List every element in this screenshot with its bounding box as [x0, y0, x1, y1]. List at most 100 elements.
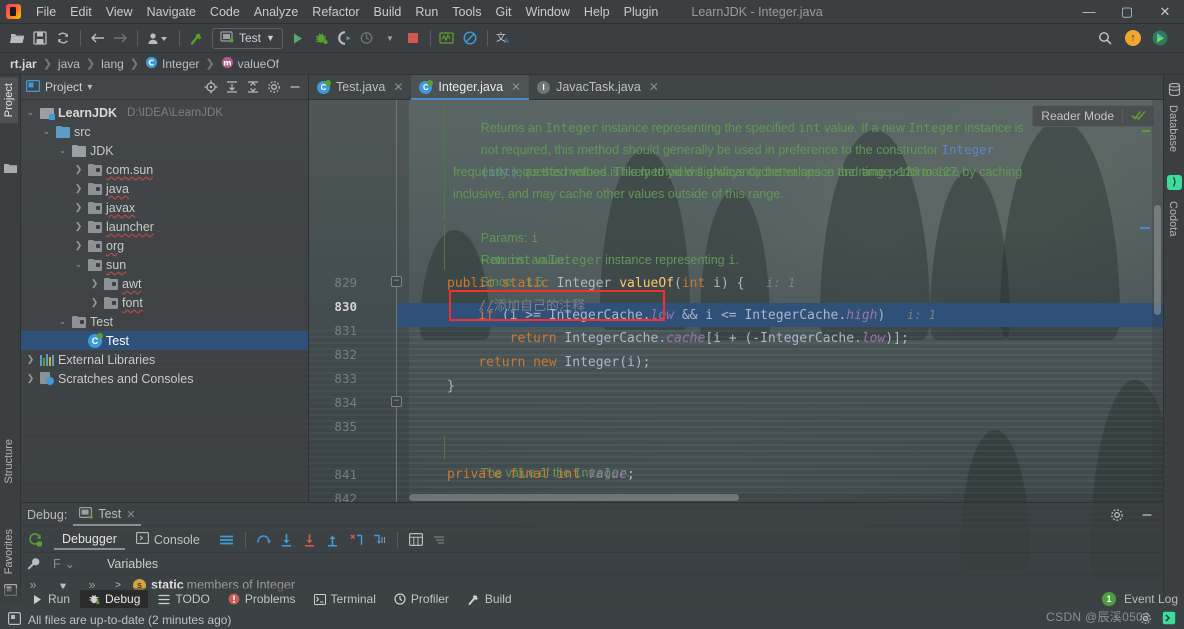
- chevron-down-icon[interactable]: ⌄: [73, 259, 84, 270]
- menu-tools[interactable]: Tools: [445, 2, 488, 22]
- project-dropdown-icon[interactable]: ▾: [87, 82, 92, 93]
- tree-item-jdk[interactable]: ⌄ JDK: [21, 141, 308, 160]
- project-folder-icon[interactable]: [4, 163, 17, 177]
- chevron-down-icon[interactable]: ▼: [379, 27, 401, 49]
- tool-tab-terminal[interactable]: Terminal: [306, 590, 384, 608]
- tree-item-awt[interactable]: ❯ awt: [21, 274, 308, 293]
- menu-analyze[interactable]: Analyze: [247, 2, 305, 22]
- open-folder-icon[interactable]: [6, 27, 28, 49]
- save-icon[interactable]: [29, 27, 51, 49]
- tree-item-scratches-and-consoles[interactable]: ❯ Scratches and Consoles: [21, 369, 308, 388]
- tree-item-font[interactable]: ❯ font: [21, 293, 308, 312]
- update-available-icon[interactable]: ↑: [1125, 30, 1141, 46]
- tab-debugger[interactable]: Debugger: [54, 530, 125, 550]
- close-icon[interactable]: ✕: [393, 80, 403, 94]
- code-content[interactable]: Returns an Integer instance representing…: [409, 100, 1163, 502]
- chevron-right-icon[interactable]: ❯: [73, 164, 84, 175]
- tool-tab-run[interactable]: Run: [24, 590, 78, 608]
- chevron-down-icon[interactable]: ⌄: [57, 145, 68, 156]
- wrench-icon[interactable]: [23, 554, 43, 574]
- build-hammer-icon[interactable]: [185, 27, 207, 49]
- menu-plugin[interactable]: Plugin: [617, 2, 666, 22]
- tree-item-java[interactable]: ❯ java: [21, 179, 308, 198]
- menu-git[interactable]: Git: [488, 2, 518, 22]
- sidebar-item-database[interactable]: Database: [1164, 99, 1182, 158]
- fold-marker-open[interactable]: −: [391, 276, 402, 287]
- chevron-down-icon[interactable]: ⌄: [41, 126, 52, 137]
- tree-item-launcher[interactable]: ❯ launcher: [21, 217, 308, 236]
- sync-icon[interactable]: [52, 27, 74, 49]
- chevron-down-icon[interactable]: ⌄: [57, 316, 68, 327]
- step-into-icon[interactable]: [277, 530, 297, 550]
- layout-icon[interactable]: [217, 530, 237, 550]
- breadcrumb-item-lang[interactable]: lang: [98, 56, 127, 72]
- run-to-cursor-icon[interactable]: [346, 530, 366, 550]
- settings-gear-icon[interactable]: [1107, 505, 1127, 525]
- editor-hscroll-thumb[interactable]: [409, 494, 739, 501]
- settings-gear-icon[interactable]: [266, 79, 282, 95]
- profile-icon[interactable]: [356, 27, 378, 49]
- hide-panel-icon[interactable]: [287, 79, 303, 95]
- tab-console[interactable]: Console: [128, 530, 208, 549]
- sidebar-item-codota[interactable]: Codota: [1164, 195, 1182, 242]
- forward-arrow-icon[interactable]: [109, 27, 131, 49]
- menu-view[interactable]: View: [99, 2, 140, 22]
- breadcrumb-item-integer[interactable]: C Integer: [142, 55, 202, 73]
- rerun-icon[interactable]: [25, 530, 45, 550]
- double-check-icon[interactable]: [1131, 109, 1146, 124]
- debug-session-tab[interactable]: Test ✕: [73, 505, 142, 526]
- hide-panel-icon[interactable]: [1137, 505, 1157, 525]
- code-line-832[interactable]: return IntegerCache.cache[i + (-IntegerC…: [447, 327, 909, 351]
- editor-tab-test-java[interactable]: C Test.java ✕: [309, 75, 411, 99]
- breadcrumb-item-rt-jar[interactable]: rt.jar: [7, 56, 40, 72]
- tool-tab-build[interactable]: Build: [459, 590, 520, 608]
- fold-marker-close[interactable]: −: [391, 396, 402, 407]
- codota-icon[interactable]: ⟩: [1167, 175, 1182, 190]
- code-editor[interactable]: 829 830 831 832 833 834 835 841 842 − − Returns an…: [309, 100, 1163, 502]
- evaluate-icon[interactable]: [406, 530, 426, 550]
- sidebar-item-structure[interactable]: Structure: [0, 433, 18, 490]
- breadcrumb-item-valueof[interactable]: m valueOf: [218, 55, 282, 73]
- close-icon[interactable]: ✕: [126, 508, 135, 521]
- maximize-button[interactable]: ▢: [1108, 0, 1146, 24]
- editor-tab-integer-java[interactable]: C Integer.java ✕: [411, 75, 530, 100]
- menu-edit[interactable]: Edit: [63, 2, 99, 22]
- chevron-right-icon[interactable]: ❯: [89, 297, 100, 308]
- run-icon[interactable]: [287, 27, 309, 49]
- database-icon[interactable]: [1168, 82, 1181, 99]
- tree-item-com-sun[interactable]: ❯ com.sun: [21, 160, 308, 179]
- tree-item-src[interactable]: ⌄ src: [21, 122, 308, 141]
- menu-build[interactable]: Build: [367, 2, 409, 22]
- tree-item-javax[interactable]: ❯ javax: [21, 198, 308, 217]
- chevron-right-icon[interactable]: ❯: [89, 278, 100, 289]
- force-step-into-icon[interactable]: [300, 530, 320, 550]
- stop-icon[interactable]: [402, 27, 424, 49]
- editor-gutter[interactable]: 829 830 831 832 833 834 835 841 842 − −: [309, 100, 409, 502]
- chevron-right-icon[interactable]: ❯: [73, 221, 84, 232]
- chevron-right-icon[interactable]: ❯: [25, 373, 36, 384]
- tree-item-test[interactable]: ⌄ Test: [21, 312, 308, 331]
- editor-tab-javactask-java[interactable]: I JavacTask.java ✕: [529, 75, 667, 99]
- tool-tab-profiler[interactable]: Profiler: [386, 590, 457, 608]
- reader-mode-toggle[interactable]: Reader Mode: [1032, 105, 1155, 127]
- editor-scroll-thumb[interactable]: [1154, 205, 1161, 315]
- tree-item-sun[interactable]: ⌄ sun: [21, 255, 308, 274]
- vcs-user-icon[interactable]: [143, 27, 173, 49]
- close-button[interactable]: ✕: [1146, 0, 1184, 24]
- code-line-842[interactable]: private final int value;: [447, 463, 635, 487]
- debug-icon[interactable]: [310, 27, 332, 49]
- collapse-all-icon[interactable]: [245, 79, 261, 95]
- block-icon[interactable]: [459, 27, 481, 49]
- tree-item-org[interactable]: ❯ org: [21, 236, 308, 255]
- locate-icon[interactable]: [203, 79, 219, 95]
- menu-help[interactable]: Help: [577, 2, 617, 22]
- monitor-icon[interactable]: [436, 27, 458, 49]
- editor-vertical-scrollbar[interactable]: [1152, 100, 1163, 502]
- tool-tab-todo[interactable]: TODO: [150, 590, 217, 608]
- tree-item-learnjdk[interactable]: ⌄ LearnJDK D:\IDEA\LearnJDK: [21, 103, 308, 122]
- tool-tab-problems[interactable]: Problems: [220, 590, 304, 608]
- back-arrow-icon[interactable]: [86, 27, 108, 49]
- menu-refactor[interactable]: Refactor: [305, 2, 366, 22]
- expand-all-icon[interactable]: [224, 79, 240, 95]
- event-log-label[interactable]: Event Log: [1124, 592, 1178, 606]
